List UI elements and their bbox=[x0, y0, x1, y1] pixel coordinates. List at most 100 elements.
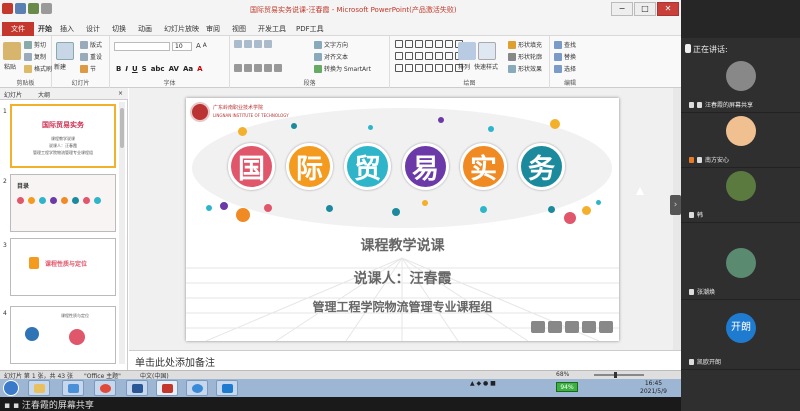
smartart-button[interactable]: 转换为 SmartArt bbox=[314, 64, 371, 73]
new-slide-icon[interactable] bbox=[56, 42, 74, 60]
text-direction-button[interactable]: 文字方向 bbox=[314, 40, 348, 49]
participant-tile[interactable]: 开朗 凯欧开朗 bbox=[681, 310, 800, 370]
shape-outline-button[interactable]: 形状轮廓 bbox=[508, 52, 542, 61]
select-button[interactable]: 选择 bbox=[554, 64, 576, 73]
zoom-slider-thumb[interactable] bbox=[614, 372, 617, 378]
shape-icon[interactable] bbox=[445, 52, 453, 60]
participant-tile[interactable]: 张潮焕 bbox=[681, 245, 800, 300]
font-size-select[interactable]: 10 bbox=[172, 42, 192, 51]
shape-icon[interactable] bbox=[425, 40, 433, 48]
participant-tile[interactable]: 南方安心 bbox=[681, 113, 800, 168]
quick-styles-button[interactable]: 快速样式 bbox=[474, 62, 498, 71]
underline-button[interactable]: U bbox=[132, 65, 138, 73]
shapes-gallery[interactable] bbox=[395, 40, 463, 74]
tab-slideshow[interactable]: 幻灯片放映 bbox=[164, 24, 199, 34]
tab-developer[interactable]: 开发工具 bbox=[258, 24, 286, 34]
tab-review[interactable]: 审阅 bbox=[206, 24, 220, 34]
tab-animations[interactable]: 动画 bbox=[138, 24, 152, 34]
mail-icon[interactable] bbox=[599, 321, 613, 333]
shape-icon[interactable] bbox=[425, 64, 433, 72]
minimize-button[interactable]: − bbox=[611, 2, 633, 16]
taskbar-explorer[interactable] bbox=[28, 380, 50, 396]
current-slide[interactable]: 广东岭南职业技术学院 LINGNAN INSTITUTE OF TECHNOLOG… bbox=[186, 98, 619, 341]
shape-icon[interactable] bbox=[415, 40, 423, 48]
new-slide-button[interactable]: 新建 bbox=[54, 62, 66, 71]
taskbar-word[interactable] bbox=[126, 380, 148, 396]
taskbar-powerpoint[interactable] bbox=[156, 380, 178, 396]
arrange-icon[interactable] bbox=[458, 42, 476, 60]
tab-outline[interactable]: 大纲 bbox=[38, 90, 50, 99]
arrange-button[interactable]: 排列 bbox=[458, 62, 470, 71]
panel-scrollbar[interactable] bbox=[119, 102, 125, 364]
shadow-button[interactable]: abc bbox=[151, 65, 165, 73]
format-painter-button[interactable]: 格式刷 bbox=[24, 64, 52, 73]
shape-icon[interactable] bbox=[405, 52, 413, 60]
find-button[interactable]: 查找 bbox=[554, 40, 576, 49]
taskbar-app-cloud[interactable] bbox=[62, 380, 84, 396]
redo-icon[interactable] bbox=[41, 3, 52, 14]
shape-fill-button[interactable]: 形状填充 bbox=[508, 40, 542, 49]
maximize-button[interactable]: □ bbox=[634, 2, 656, 16]
zoom-slider[interactable] bbox=[594, 372, 644, 378]
save-icon[interactable] bbox=[15, 3, 26, 14]
shape-icon[interactable] bbox=[415, 64, 423, 72]
bold-button[interactable]: B bbox=[116, 65, 121, 73]
layout-button[interactable]: 版式 bbox=[80, 40, 102, 49]
tab-design[interactable]: 设计 bbox=[86, 24, 100, 34]
close-button[interactable]: ✕ bbox=[657, 2, 679, 16]
shape-effect-button[interactable]: 形状效果 bbox=[508, 64, 542, 73]
shape-icon[interactable] bbox=[415, 52, 423, 60]
slide-thumbnail-2[interactable]: 目录 bbox=[10, 174, 116, 232]
align-text-button[interactable]: 对齐文本 bbox=[314, 52, 348, 61]
font-name-select[interactable] bbox=[114, 42, 170, 51]
home-icon[interactable] bbox=[548, 321, 562, 333]
slide-thumbnail-1[interactable]: 国际贸易实务 课程教学说课 说课人：汪春霞 管理工程学院物流管理专业课程组 bbox=[10, 104, 116, 168]
shape-icon[interactable] bbox=[435, 64, 443, 72]
panel-scroll-thumb[interactable] bbox=[120, 108, 124, 148]
change-case-button[interactable]: Aa bbox=[183, 65, 193, 73]
system-tray-icons[interactable]: ▲ ◆ ● ■ bbox=[470, 380, 496, 387]
shape-icon[interactable] bbox=[435, 40, 443, 48]
tab-view[interactable]: 视图 bbox=[232, 24, 246, 34]
editor-scrollbar[interactable] bbox=[673, 88, 681, 350]
shape-icon[interactable] bbox=[445, 40, 453, 48]
tab-slides[interactable]: 幻灯片 bbox=[4, 90, 22, 99]
cut-button[interactable]: 剪切 bbox=[24, 40, 46, 49]
reset-button[interactable]: 重设 bbox=[80, 52, 102, 61]
participant-tile[interactable]: 韩 bbox=[681, 168, 800, 223]
font-color-button[interactable]: A bbox=[197, 65, 202, 73]
slide-thumbnail-4[interactable]: 课程性质与定位 bbox=[10, 306, 116, 364]
tab-insert[interactable]: 插入 bbox=[60, 24, 74, 34]
quick-styles-icon[interactable] bbox=[478, 42, 496, 60]
tab-file[interactable]: 文件 bbox=[2, 22, 34, 36]
tab-home[interactable]: 开始 bbox=[38, 24, 52, 34]
battery-indicator[interactable]: 94% bbox=[556, 382, 578, 392]
bullets-button[interactable] bbox=[234, 40, 272, 48]
start-button[interactable] bbox=[3, 380, 19, 396]
shape-icon[interactable] bbox=[425, 52, 433, 60]
undo-icon[interactable] bbox=[28, 3, 39, 14]
tab-pdf[interactable]: PDF工具 bbox=[296, 24, 324, 34]
clock[interactable]: 16:45 2021/5/9 bbox=[640, 380, 667, 396]
section-button[interactable]: 节 bbox=[80, 64, 96, 73]
paste-icon[interactable] bbox=[3, 42, 21, 60]
italic-button[interactable]: I bbox=[125, 65, 128, 73]
grow-font-button[interactable]: AA bbox=[196, 42, 207, 50]
taskbar-chrome[interactable] bbox=[94, 380, 116, 396]
shape-icon[interactable] bbox=[405, 64, 413, 72]
audio-icon[interactable] bbox=[531, 321, 545, 333]
shape-icon[interactable] bbox=[435, 52, 443, 60]
shape-icon[interactable] bbox=[395, 52, 403, 60]
participant-tile[interactable]: 汪春霞的屏幕共享 bbox=[681, 58, 800, 113]
close-panel-icon[interactable]: × bbox=[118, 90, 123, 97]
settings-icon[interactable] bbox=[565, 321, 579, 333]
align-buttons[interactable] bbox=[234, 64, 282, 72]
strikethrough-button[interactable]: S bbox=[142, 65, 147, 73]
notes-pane[interactable]: 单击此处添加备注 bbox=[129, 350, 681, 370]
slide-thumbnail-3[interactable]: 课程性质与定位 bbox=[10, 238, 116, 296]
tab-transitions[interactable]: 切换 bbox=[112, 24, 126, 34]
collapse-panel-button[interactable]: › bbox=[670, 195, 681, 215]
shape-icon[interactable] bbox=[395, 64, 403, 72]
spacing-button[interactable]: AV bbox=[169, 65, 179, 73]
paste-button[interactable]: 粘贴 bbox=[4, 62, 16, 71]
